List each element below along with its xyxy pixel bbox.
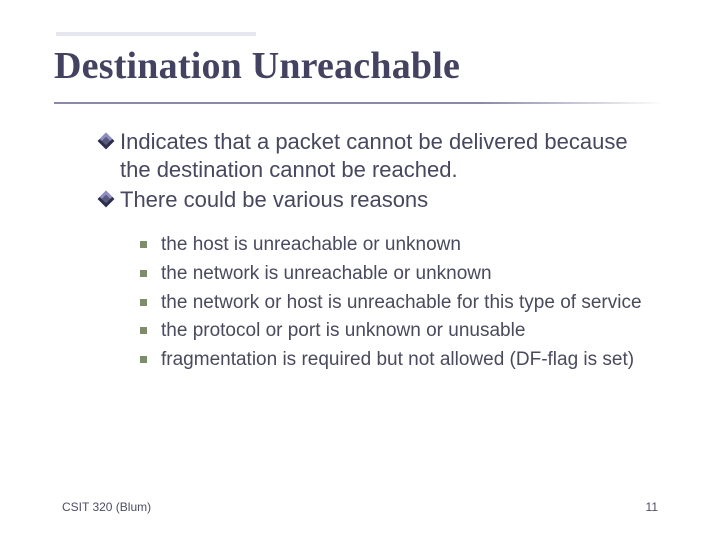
slide-title: Destination Unreachable bbox=[0, 0, 720, 94]
sub-item: the network or host is unreachable for t… bbox=[140, 290, 660, 316]
slide: Destination Unreachable Indicates that a… bbox=[0, 0, 720, 540]
sub-text: the network or host is unreachable for t… bbox=[161, 290, 642, 316]
sub-item: the network is unreachable or unknown bbox=[140, 261, 660, 287]
bullet-item-1: Indicates that a packet cannot be delive… bbox=[100, 128, 660, 184]
square-icon bbox=[140, 356, 147, 363]
sub-text: fragmentation is required but not allowe… bbox=[161, 347, 634, 373]
title-underline bbox=[54, 102, 664, 104]
sub-text: the network is unreachable or unknown bbox=[161, 261, 492, 287]
sub-item: the protocol or port is unknown or unusa… bbox=[140, 318, 660, 344]
diamond-icon bbox=[100, 134, 112, 152]
sub-item: the host is unreachable or unknown bbox=[140, 232, 660, 258]
footer-left: CSIT 320 (Blum) bbox=[62, 500, 151, 514]
sub-text: the protocol or port is unknown or unusa… bbox=[161, 318, 525, 344]
bullet-text: Indicates that a packet cannot be delive… bbox=[120, 128, 660, 184]
bullet-text: There could be various reasons bbox=[120, 186, 428, 214]
diamond-icon bbox=[100, 192, 112, 210]
sub-text: the host is unreachable or unknown bbox=[161, 232, 461, 258]
title-shadow bbox=[56, 32, 256, 36]
square-icon bbox=[140, 241, 147, 248]
content-area: Indicates that a packet cannot be delive… bbox=[100, 128, 660, 376]
bullet-item-2: There could be various reasons bbox=[100, 186, 660, 214]
square-icon bbox=[140, 299, 147, 306]
sub-item: fragmentation is required but not allowe… bbox=[140, 347, 660, 373]
sub-list: the host is unreachable or unknown the n… bbox=[140, 232, 660, 372]
square-icon bbox=[140, 270, 147, 277]
square-icon bbox=[140, 327, 147, 334]
slide-number: 11 bbox=[646, 500, 658, 514]
